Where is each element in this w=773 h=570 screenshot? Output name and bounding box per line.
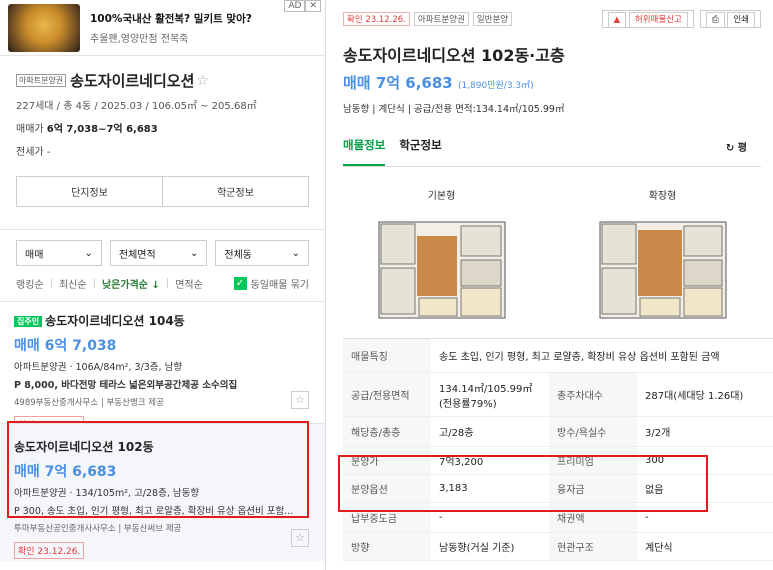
table-key: 방향 <box>343 533 431 560</box>
table-value: 계단식 <box>645 543 673 554</box>
floor-plan-image <box>599 221 726 319</box>
table-value: 3/2개 <box>645 428 671 439</box>
listing-agent: 투마부동산공인중개사사무소 | 부동산써브 제공 <box>14 524 182 534</box>
floor-plan-extended[interactable]: 확장형 <box>598 187 728 329</box>
group-same-listings[interactable]: ✓ 동일매물 묶기 <box>233 276 309 291</box>
highlight-box <box>7 421 309 518</box>
floor-plan-image <box>378 221 505 319</box>
jeonse-value: - <box>46 147 51 158</box>
sort-area[interactable]: 면적순 <box>175 276 203 291</box>
unit-toggle[interactable]: ↻ 평 <box>726 139 747 162</box>
close-icon[interactable]: ✕ <box>305 0 321 12</box>
listing-agent: 4989부동산중개사무소 | 부동산뱅크 제공 <box>14 398 164 408</box>
table-value: - <box>439 512 443 523</box>
table-value: 송도 초입, 인기 평형, 최고 로얄층, 확장비 유상 옵션비 포함된 금액 <box>439 352 720 363</box>
listing-price: 매매 6억 7,038 <box>14 338 117 354</box>
table-key: 매물특징 <box>343 339 431 372</box>
sort-low-price[interactable]: 낮은가격순 ↓ <box>102 276 160 291</box>
detail-price: 매매 7억 6,683 <box>343 74 453 92</box>
siren-icon: ▲ <box>607 12 627 28</box>
listing-feature: P 8,000, 바다전망 테라스 넓은외부공간제공 소수의집 <box>14 380 238 391</box>
type-tag: 아파트분양권 <box>413 12 469 26</box>
table-key: 총주차대수 <box>549 373 637 416</box>
ad-label: AD <box>284 0 306 12</box>
report-button[interactable]: ▲ 허위매물신고 <box>601 10 694 28</box>
checkbox-checked-icon: ✓ <box>233 277 247 290</box>
trade-type-select[interactable]: 매매 ⌄ <box>16 240 102 266</box>
sale-label: 매매가 <box>16 124 44 135</box>
sale-range: 6억 7,038~7억 6,683 <box>46 124 158 135</box>
confirm-date: 확인 23.12.26. <box>343 12 410 26</box>
school-info-button[interactable]: 학군정보 <box>162 177 308 206</box>
price-per-area: (1,890만원/3.3㎡) <box>457 81 534 91</box>
plan-label: 확장형 <box>648 191 677 202</box>
complex-meta: 227세대 / 총 4동 / 2025.03 / 106.05㎡ ~ 205.6… <box>16 101 257 112</box>
table-key: 방수/욕실수 <box>549 417 637 446</box>
detail-title: 송도자이르네디오션 102동·고층 <box>343 46 565 65</box>
star-icon[interactable]: ☆ <box>291 391 309 409</box>
detail-table: 매물특징 송도 초입, 인기 평형, 최고 로얄층, 확장비 유상 옵션비 포함된… <box>343 338 773 561</box>
ad-banner[interactable]: 100%국내산 활전복? 밀키트 맞아? 추울팬,영양만점 전복죽 AD ✕ <box>0 0 325 56</box>
filter-bar: 매매 ⌄ 전체면적 ⌄ 전체동 ⌄ <box>0 229 325 266</box>
confirm-date: 확인 23.12.26. <box>14 542 85 559</box>
print-button[interactable]: ⎙ 인쇄 <box>699 10 761 28</box>
chevron-down-icon: ⌄ <box>189 247 199 259</box>
table-value: - <box>645 512 649 523</box>
table-key: 현관구조 <box>549 533 637 560</box>
complex-info-button[interactable]: 단지정보 <box>17 177 162 206</box>
chevron-down-icon: ⌄ <box>291 247 300 259</box>
sort-bar: 랭킹순 | 최신순 | 낮은가격순 ↓ | 면적순 ✓ 동일매물 묶기 <box>16 276 309 291</box>
listing-title: 송도자이르네디오션 104동 <box>45 314 185 328</box>
table-value: 134.14㎡/105.99㎡ (전용률79%) <box>439 383 533 410</box>
listing-item[interactable]: 집주인 송도자이르네디오션 104동 매매 6억 7,038 아파트분양권 · 1… <box>0 301 325 433</box>
highlight-box <box>338 455 708 512</box>
detail-info: 남동향 | 계단식 | 공급/전용 면적:134.14㎡/105.99㎡ <box>343 104 565 115</box>
floor-plan-basic[interactable]: 기본형 <box>377 187 507 329</box>
ad-title[interactable]: 100%국내산 활전복? 밀키트 맞아? <box>90 11 252 26</box>
ad-image <box>8 3 80 52</box>
building-select[interactable]: 전체동 ⌄ <box>215 240 309 266</box>
plan-label: 기본형 <box>427 191 456 202</box>
table-key: 해당층/총층 <box>343 417 431 446</box>
sale-type-tag: 일반분양 <box>472 12 513 26</box>
jeonse-label: 전세가 <box>16 147 44 158</box>
refresh-icon: ↻ <box>725 143 735 154</box>
tab-school-info[interactable]: 학군정보 <box>399 137 441 166</box>
ad-subtitle: 추울팬,영양만점 전복죽 <box>90 33 189 45</box>
complex-tag: 아파트분양권 <box>16 74 67 87</box>
complex-summary: 아파트분양권 송도자이르네디오션 ☆ 227세대 / 총 4동 / 2025.03 … <box>0 56 325 166</box>
sort-ranking[interactable]: 랭킹순 <box>16 276 44 291</box>
table-value: 287대(세대당 1.26대) <box>645 391 744 402</box>
chevron-down-icon: ⌄ <box>84 247 93 259</box>
table-value: 남동향(거실 기준) <box>439 543 515 554</box>
complex-name: 송도자이르네디오션 <box>70 72 195 90</box>
listing-spec: 아파트분양권 · 106A/84m², 3/3층, 남향 <box>14 362 183 373</box>
table-key: 공급/전용면적 <box>343 373 431 416</box>
detail-tabs: 매물정보 학군정보 ↻ 평 <box>343 137 761 167</box>
tab-listing-info[interactable]: 매물정보 <box>343 137 386 166</box>
sort-latest[interactable]: 최신순 <box>59 276 87 291</box>
area-select[interactable]: 전체면적 ⌄ <box>109 240 208 266</box>
table-value: 고/28층 <box>439 428 474 439</box>
print-icon: ⎙ <box>705 12 725 28</box>
star-icon[interactable]: ☆ <box>291 529 309 547</box>
star-icon[interactable]: ☆ <box>196 73 209 89</box>
owner-badge: 집주인 <box>14 316 43 327</box>
